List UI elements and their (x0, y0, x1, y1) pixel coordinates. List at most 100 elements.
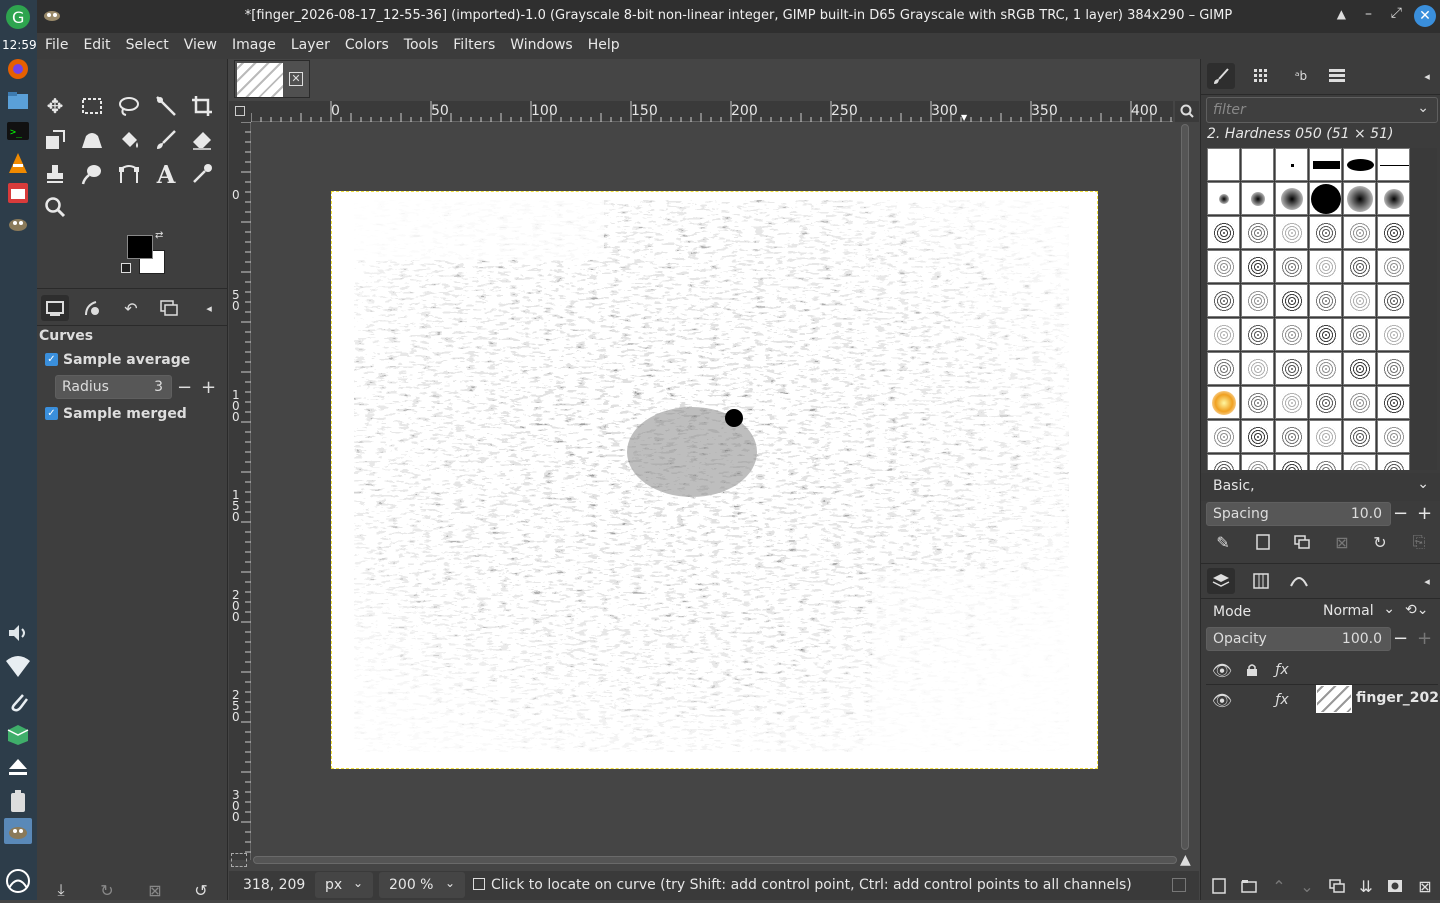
opacity-decrease-button[interactable]: − (1393, 628, 1408, 649)
brush-cell[interactable] (1343, 454, 1376, 470)
gimp-active-icon[interactable] (4, 818, 32, 844)
brush-cell[interactable] (1343, 182, 1376, 215)
brush-cell[interactable] (1343, 420, 1376, 453)
brush-cell[interactable] (1207, 420, 1240, 453)
brush-cell[interactable] (1275, 386, 1308, 419)
reset-tool-options-icon[interactable]: ↺ (187, 877, 215, 903)
channels-tab-icon[interactable] (1247, 568, 1275, 594)
brush-cell[interactable] (1377, 352, 1410, 385)
merge-layer-icon[interactable]: ⇊ (1352, 873, 1380, 899)
clone-tool-icon[interactable] (40, 159, 70, 189)
brush-cell[interactable] (1241, 284, 1274, 317)
attachment-icon[interactable] (4, 688, 32, 714)
brush-cell[interactable] (1309, 216, 1342, 249)
navigation-menu-icon[interactable] (235, 106, 245, 116)
navigate-icon[interactable]: ▲ (1180, 852, 1191, 868)
switch-mode-icon[interactable]: ⟲⌄ (1405, 602, 1428, 618)
lower-layer-icon[interactable]: ⌄ (1293, 873, 1321, 899)
wifi-icon[interactable] (4, 654, 32, 680)
menu-filters[interactable]: Filters (445, 33, 502, 53)
brush-cell[interactable] (1377, 318, 1410, 351)
brush-cell[interactable] (1309, 148, 1342, 181)
brush-cell[interactable] (1207, 386, 1240, 419)
radius-spinner[interactable]: Radius 3 (55, 375, 172, 399)
duplicate-layer-icon[interactable] (1323, 873, 1351, 899)
zoom-tool-icon[interactable] (40, 192, 70, 222)
lock-header-icon[interactable] (1238, 657, 1266, 683)
image-canvas[interactable] (331, 191, 1098, 769)
unified-transform-tool-icon[interactable] (40, 125, 70, 155)
configure-brushes-tab-icon[interactable]: ◂ (1413, 63, 1440, 89)
brush-cell[interactable] (1275, 182, 1308, 215)
brush-cell[interactable] (1275, 318, 1308, 351)
brush-cell[interactable] (1343, 284, 1376, 317)
paintbrush-tool-icon[interactable] (151, 125, 181, 155)
menu-layer[interactable]: Layer (283, 33, 337, 53)
delete-layer-icon[interactable]: ⊠ (1411, 873, 1439, 899)
minimize-icon[interactable]: – (1365, 6, 1372, 22)
brush-cell[interactable] (1241, 216, 1274, 249)
window-titlebar[interactable]: *[finger_2026-08-17_12-55-36] (imported)… (37, 0, 1440, 33)
layers-tab-icon[interactable] (1207, 568, 1235, 594)
app-launcher-icon[interactable]: G (4, 4, 32, 30)
brush-cell[interactable] (1309, 250, 1342, 283)
eraser-tool-icon[interactable] (187, 125, 217, 155)
image-tab[interactable]: ✕ (234, 60, 310, 98)
brush-cell[interactable] (1377, 454, 1410, 470)
paths-tab-icon[interactable] (1285, 568, 1313, 594)
new-layer-group-icon[interactable] (1235, 873, 1263, 899)
brush-cell[interactable] (1241, 148, 1274, 181)
brush-grid[interactable] (1207, 148, 1437, 470)
visibility-header-icon[interactable]: 👁 (1208, 657, 1236, 683)
configure-layers-tab-icon[interactable]: ◂ (1413, 568, 1440, 594)
undo-history-tab-icon[interactable]: ↶ (117, 295, 145, 321)
save-tool-preset-icon[interactable]: ⤓ (47, 877, 75, 903)
brush-cell[interactable] (1377, 182, 1410, 215)
crop-tool-icon[interactable] (187, 91, 217, 121)
spacing-decrease-button[interactable]: − (1393, 503, 1408, 524)
brush-cell[interactable] (1343, 386, 1376, 419)
text-tool-icon[interactable]: A (151, 159, 181, 189)
brush-filter-input[interactable]: filter ⌄ (1206, 97, 1438, 123)
menu-edit[interactable]: Edit (75, 33, 117, 53)
menu-view[interactable]: View (176, 33, 224, 53)
duplicate-brush-icon[interactable] (1288, 529, 1316, 555)
brush-cell[interactable] (1207, 216, 1240, 249)
brush-cell[interactable] (1207, 148, 1240, 181)
vertical-scrollbar[interactable] (1181, 124, 1189, 850)
gimp-launcher-icon[interactable] (4, 210, 32, 236)
layer-visibility-icon[interactable]: 👁 (1208, 687, 1236, 713)
opacity-spinner[interactable]: Opacity 100.0 (1206, 627, 1391, 651)
brush-cell[interactable] (1275, 420, 1308, 453)
swap-colors-icon[interactable]: ⇄ (155, 230, 163, 241)
zoom-dropdown[interactable]: 200 % ⌄ (379, 872, 465, 898)
layer-mode-dropdown[interactable]: Normal ⌄ (1319, 600, 1399, 624)
restore-tool-preset-icon[interactable]: ↻ (93, 877, 121, 903)
sample-merged-checkbox[interactable]: ✓ (45, 407, 58, 420)
delete-brush-icon[interactable]: ⊠ (1328, 529, 1356, 555)
brush-cell[interactable] (1207, 454, 1240, 470)
paths-tool-icon[interactable] (114, 159, 144, 189)
brush-cell[interactable] (1343, 216, 1376, 249)
horizontal-scrollbar[interactable] (253, 856, 1177, 864)
new-brush-icon[interactable] (1249, 529, 1277, 555)
brush-cell[interactable] (1343, 148, 1376, 181)
refresh-brushes-icon[interactable]: ↻ (1366, 529, 1394, 555)
brush-cell[interactable] (1241, 454, 1274, 470)
battery-icon[interactable] (4, 788, 32, 814)
menu-file[interactable]: File (37, 33, 75, 53)
fonts-tab-icon[interactable]: ᵃb (1287, 63, 1315, 89)
brush-cell[interactable] (1241, 318, 1274, 351)
brush-cell[interactable] (1377, 420, 1410, 453)
layer-row[interactable]: 👁 ƒx finger_2026- (1206, 685, 1440, 715)
brush-cell[interactable] (1275, 216, 1308, 249)
brush-cell[interactable] (1275, 148, 1308, 181)
radius-increase-button[interactable]: + (201, 377, 216, 398)
brush-cell[interactable] (1275, 352, 1308, 385)
brush-cell[interactable] (1309, 386, 1342, 419)
vlc-icon[interactable] (4, 150, 32, 176)
menu-tools[interactable]: Tools (396, 33, 446, 53)
tool-options-tab-icon[interactable] (41, 295, 69, 321)
brush-cell[interactable] (1343, 250, 1376, 283)
brush-cell[interactable] (1207, 318, 1240, 351)
